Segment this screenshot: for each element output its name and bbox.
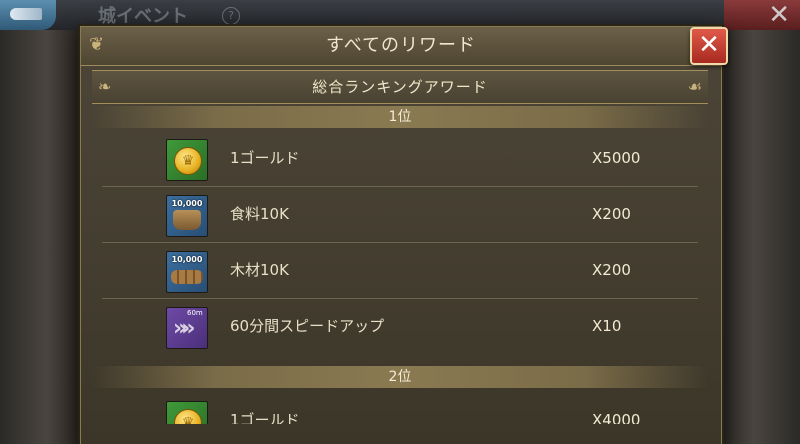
reward-name: 食料10K [230,205,289,223]
icon-badge: 60m [187,309,203,317]
reward-quantity: X200 [592,205,631,223]
rank-header: 2位 [92,366,708,388]
help-icon[interactable]: ? [222,7,240,25]
reward-name: 60分間スピードアップ [230,317,385,335]
reward-quantity: X4000 [592,411,641,424]
gold-coin-icon [166,401,208,424]
reward-name: 1ゴールド [230,149,300,167]
game-screen: 城イベント ? ✕ ❦ ❦ すべてのリワード ✕ ❧ ☙ 総合ランキングアワード… [0,0,800,444]
modal-close-button[interactable]: ✕ [690,27,728,65]
speedup-60m-icon: »» 60m [166,307,208,349]
back-button[interactable] [0,0,56,30]
icon-badge: 10,000 [171,199,203,208]
reward-name: 1ゴールド [230,411,300,424]
modal-header: ❦ ❦ すべてのリワード [81,27,721,66]
modal-title: すべてのリワード [325,35,477,56]
wood-10k-icon: 10,000 [166,251,208,293]
section-header: ❧ ☙ 総合ランキングアワード [92,70,708,104]
icon-badge: 10,000 [171,255,203,264]
close-icon: ✕ [768,0,790,30]
reward-list[interactable]: 1位 1ゴールド X5000 10,000 食料10K X200 10,000 … [92,104,708,424]
background-right-pillar [722,30,800,444]
gold-coin-icon [166,139,208,181]
rank-header: 1位 [92,106,708,128]
food-10k-icon: 10,000 [166,195,208,237]
background-close-button[interactable]: ✕ [724,0,800,30]
rank-label: 1位 [388,109,412,125]
reward-quantity: X200 [592,261,631,279]
reward-row: »» 60m 60分間スピードアップ X10 [102,298,698,354]
background-screen-title: 城イベント [98,6,188,27]
reward-quantity: X10 [592,317,622,335]
reward-row: 10,000 木材10K X200 [102,242,698,299]
reward-row: 1ゴールド X4000 [102,392,698,424]
rank-label: 2位 [388,369,412,385]
background-left-pillar [0,30,78,444]
reward-quantity: X5000 [592,149,641,167]
reward-row: 1ゴールド X5000 [102,130,698,187]
reward-row: 10,000 食料10K X200 [102,186,698,243]
section-title: 総合ランキングアワード [312,78,488,96]
back-arrow-icon [10,8,42,20]
reward-name: 木材10K [230,261,289,279]
